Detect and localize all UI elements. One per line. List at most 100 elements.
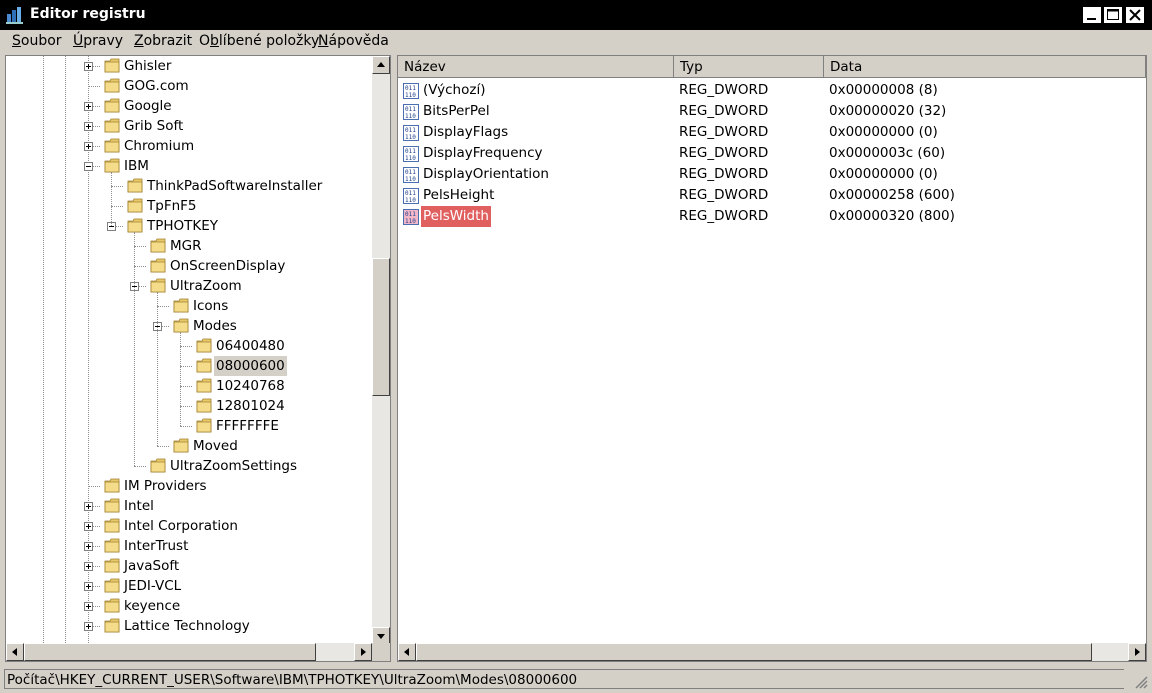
close-button[interactable] xyxy=(1125,6,1145,24)
tree-item[interactable]: FFFFFFFE xyxy=(6,416,372,436)
tree-item[interactable]: Icons xyxy=(6,296,372,316)
tree-horizontal-scrollbar[interactable] xyxy=(6,643,372,661)
tree-item[interactable]: InterTrust xyxy=(6,536,372,556)
svg-text:110: 110 xyxy=(405,218,416,225)
expand-icon[interactable] xyxy=(84,582,93,591)
tree-item[interactable]: OnScreenDisplay xyxy=(6,256,372,276)
list-scroll-right-button[interactable] xyxy=(1128,643,1146,661)
maximize-button[interactable] xyxy=(1103,6,1123,24)
scroll-up-button[interactable] xyxy=(372,56,390,74)
folder-icon xyxy=(104,98,120,113)
tree-item[interactable]: 12801024 xyxy=(6,396,372,416)
tree-hscroll-thumb[interactable] xyxy=(24,643,316,661)
values-list-pane[interactable]: Název Typ Data 011 110 (Výchozí) REG_DWORD 0… xyxy=(397,55,1147,662)
tree-item-label: IBM xyxy=(124,158,149,174)
expand-icon[interactable] xyxy=(84,602,93,611)
tree-item[interactable]: JavaSoft xyxy=(6,556,372,576)
tree-item[interactable]: TPHOTKEY xyxy=(6,216,372,236)
tree-item-label: InterTrust xyxy=(124,538,189,554)
tree-item[interactable]: Lattice Technology xyxy=(6,616,372,636)
folder-icon xyxy=(104,618,120,633)
value-row[interactable]: 011 110 (Výchozí) REG_DWORD 0x00000008 (8) xyxy=(398,80,1146,101)
menu-upravy[interactable]: Úpravy xyxy=(73,33,123,49)
tree-item[interactable]: Intel xyxy=(6,496,372,516)
tree-vertical-scrollbar[interactable] xyxy=(372,56,390,645)
tree-item-label: Icons xyxy=(193,298,229,314)
menu-zobrazit[interactable]: Zobrazit xyxy=(134,33,192,49)
scroll-right-button[interactable] xyxy=(354,643,372,661)
expand-icon[interactable] xyxy=(84,102,93,111)
key-tree[interactable]: Ghisler GOG.com Google Grib Soft Chromium IBM… xyxy=(6,56,372,645)
svg-text:110: 110 xyxy=(405,197,416,204)
list-scroll-left-button[interactable] xyxy=(398,643,416,661)
value-row[interactable]: 011 110 DisplayFrequency REG_DWORD 0x0000003… xyxy=(398,143,1146,164)
expand-icon[interactable] xyxy=(84,122,93,131)
expand-icon[interactable] xyxy=(84,142,93,151)
tree-item-label: 10240768 xyxy=(216,378,285,394)
tree-guide-line xyxy=(111,172,112,226)
folder-icon xyxy=(104,518,120,533)
scroll-left-button[interactable] xyxy=(6,643,24,661)
tree-scroll-thumb[interactable] xyxy=(372,258,390,396)
expand-icon[interactable] xyxy=(84,562,93,571)
expand-icon[interactable] xyxy=(84,502,93,511)
minimize-button[interactable] xyxy=(1082,6,1102,24)
tree-item[interactable]: TpFnF5 xyxy=(6,196,372,216)
expand-icon[interactable] xyxy=(84,522,93,531)
tree-item[interactable]: GOG.com xyxy=(6,76,372,96)
svg-text:011: 011 xyxy=(405,127,416,134)
value-name: PelsHeight xyxy=(423,187,495,203)
menu-soubor[interactable]: Soubor xyxy=(12,33,62,49)
expand-icon[interactable] xyxy=(84,542,93,551)
value-type: REG_DWORD xyxy=(679,145,769,161)
tree-item[interactable]: 06400480 xyxy=(6,336,372,356)
column-header-name[interactable]: Název xyxy=(398,56,674,78)
folder-icon xyxy=(127,198,143,213)
folder-icon xyxy=(104,138,120,153)
resize-grip-icon[interactable] xyxy=(1134,675,1148,689)
tree-item[interactable]: Modes xyxy=(6,316,372,336)
svg-text:011: 011 xyxy=(405,169,416,176)
tree-item[interactable]: Chromium xyxy=(6,136,372,156)
arrow-down-icon xyxy=(377,634,385,639)
value-row[interactable]: 011 110 DisplayOrientation REG_DWORD 0x00000… xyxy=(398,164,1146,185)
tree-item[interactable]: UltraZoom xyxy=(6,276,372,296)
folder-icon xyxy=(104,78,120,93)
expand-icon[interactable] xyxy=(84,62,93,71)
value-row[interactable]: 011 110 BitsPerPel REG_DWORD 0x00000020 (32) xyxy=(398,101,1146,122)
tree-item[interactable]: JEDI-VCL xyxy=(6,576,372,596)
tree-item[interactable]: 10240768 xyxy=(6,376,372,396)
tree-item[interactable]: Moved xyxy=(6,436,372,456)
value-row[interactable]: 011 110 PelsWidth REG_DWORD 0x00000320 (800) xyxy=(398,206,1146,227)
tree-item[interactable]: IM Providers xyxy=(6,476,372,496)
tree-item[interactable]: Intel Corporation xyxy=(6,516,372,536)
list-horizontal-scrollbar[interactable] xyxy=(398,643,1146,661)
key-tree-pane[interactable]: Ghisler GOG.com Google Grib Soft Chromium IBM… xyxy=(5,55,391,662)
tree-item-label: JavaSoft xyxy=(124,558,180,574)
column-header-data[interactable]: Data xyxy=(824,56,1146,78)
tree-item[interactable]: UltraZoomSettings xyxy=(6,456,372,476)
tree-item[interactable]: 08000600 xyxy=(6,356,372,376)
svg-text:011: 011 xyxy=(405,211,416,218)
arrow-up-icon xyxy=(377,62,385,67)
collapse-icon[interactable] xyxy=(84,162,93,171)
folder-icon xyxy=(150,258,166,273)
registry-editor-window: Editor registru Soubor Úpravy Zobrazit O… xyxy=(0,0,1152,693)
menu-napoveda[interactable]: Nápověda xyxy=(318,33,389,49)
tree-item[interactable]: ThinkPadSoftwareInstaller xyxy=(6,176,372,196)
menu-oblibene-polozky[interactable]: Oblíbené položky xyxy=(199,33,319,49)
tree-item[interactable]: keyence xyxy=(6,596,372,616)
tree-item-label: Modes xyxy=(193,318,237,334)
tree-item[interactable]: MGR xyxy=(6,236,372,256)
list-hscroll-thumb[interactable] xyxy=(416,643,1092,661)
tree-item[interactable]: Ghisler xyxy=(6,56,372,76)
expand-icon[interactable] xyxy=(84,622,93,631)
column-header-type[interactable]: Typ xyxy=(674,56,824,78)
tree-item[interactable]: IBM xyxy=(6,156,372,176)
status-bar: Počítač\HKEY_CURRENT_USER\Software\IBM\T… xyxy=(0,666,1152,693)
value-row[interactable]: 011 110 DisplayFlags REG_DWORD 0x00000000 (0… xyxy=(398,122,1146,143)
value-row[interactable]: 011 110 PelsHeight REG_DWORD 0x00000258 (600… xyxy=(398,185,1146,206)
tree-item[interactable]: Google xyxy=(6,96,372,116)
title-bar[interactable]: Editor registru xyxy=(0,0,1152,30)
tree-item[interactable]: Grib Soft xyxy=(6,116,372,136)
